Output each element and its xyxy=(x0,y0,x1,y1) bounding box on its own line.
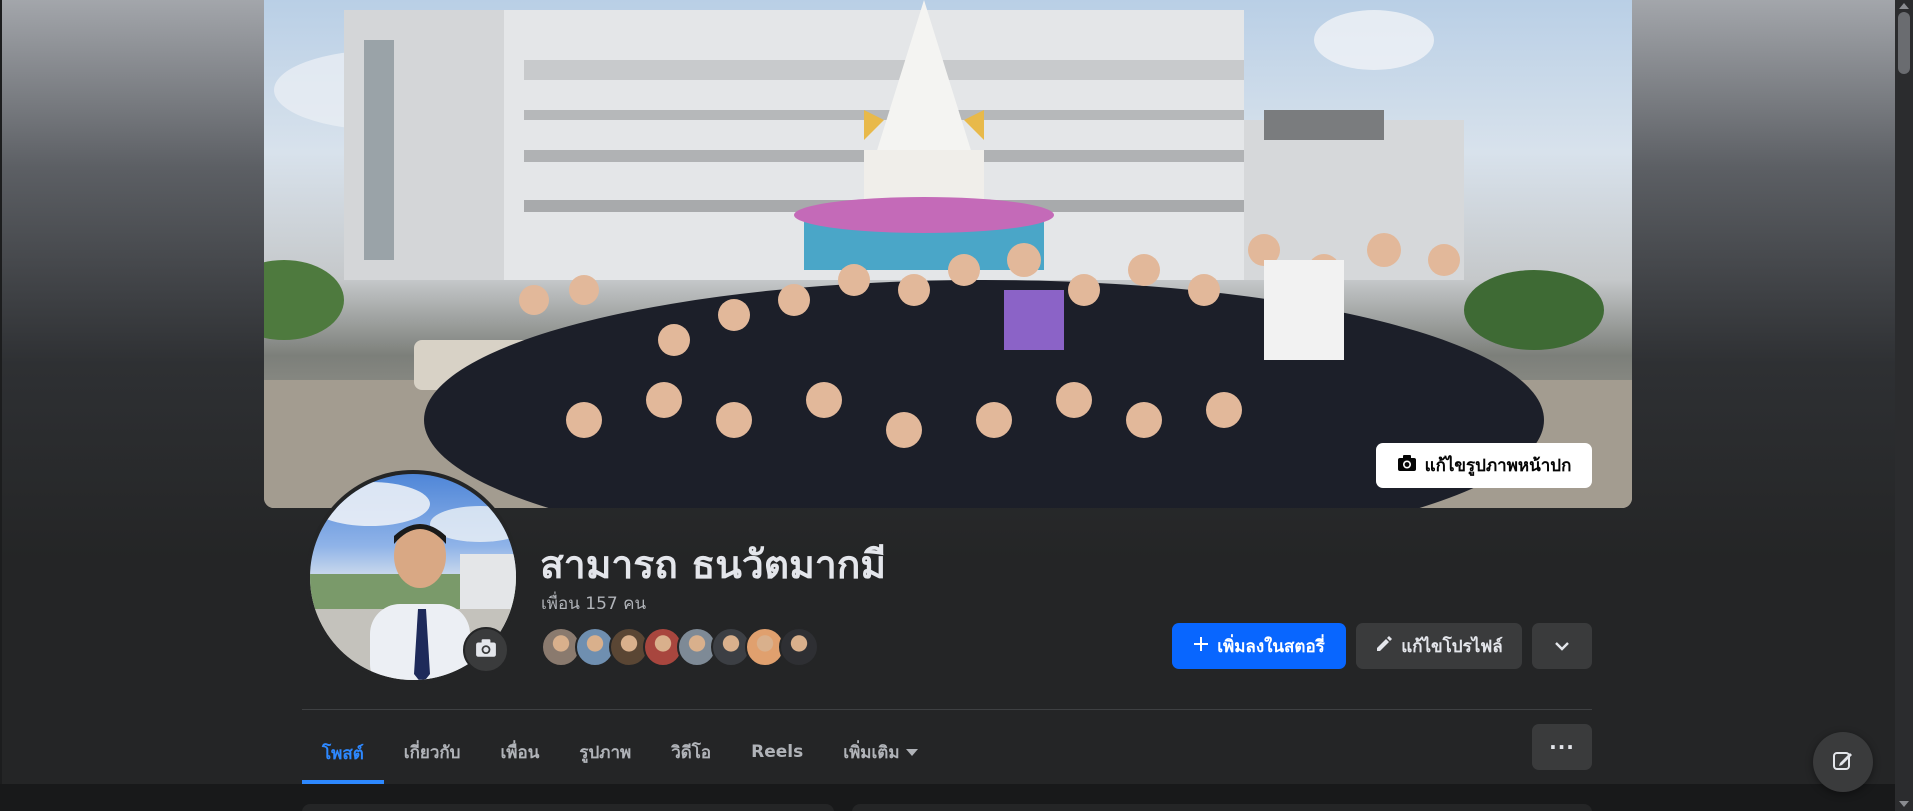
profile-name: สามารถ ธนวัตมากมี xyxy=(540,543,887,588)
scroll-up-arrow[interactable] xyxy=(1899,3,1909,9)
profile-divider xyxy=(302,709,1592,710)
tab-label: วิดีโอ xyxy=(671,742,712,763)
tab-reels[interactable]: Reels xyxy=(731,722,823,782)
cover-photo-image xyxy=(264,0,1632,508)
window-edge xyxy=(0,0,2,811)
tab-label: รูปภาพ xyxy=(579,742,632,763)
camera-icon xyxy=(1397,454,1417,477)
scroll-down-arrow[interactable] xyxy=(1899,801,1909,807)
camera-icon xyxy=(475,638,497,662)
cover-photo[interactable] xyxy=(264,0,1632,508)
friend-avatars-row xyxy=(541,627,819,667)
tab-photos[interactable]: รูปภาพ xyxy=(559,722,651,782)
edit-profile-label: แก้ไขโปรไฟล์ xyxy=(1401,636,1503,657)
pencil-icon xyxy=(1375,635,1393,658)
tab-posts[interactable]: โพสต์ xyxy=(302,722,384,784)
scrollbar-track[interactable] xyxy=(1895,0,1913,811)
tab-more[interactable]: เพิ่มเติม xyxy=(823,722,937,782)
tab-friends[interactable]: เพื่อน xyxy=(480,722,559,782)
tab-label: เพื่อน xyxy=(500,742,540,763)
tab-label: เกี่ยวกับ xyxy=(403,742,461,763)
scrollbar-thumb[interactable] xyxy=(1898,12,1910,74)
caret-down-icon xyxy=(905,748,918,756)
new-message-button[interactable] xyxy=(1813,732,1873,792)
intro-card xyxy=(302,804,834,811)
post-composer-card xyxy=(852,804,1592,811)
compose-icon xyxy=(1831,748,1855,776)
profile-options-dropdown[interactable] xyxy=(1532,623,1592,669)
tab-label: เพิ่มเติม xyxy=(843,742,900,763)
edit-cover-photo-label: แก้ไขรูปภาพหน้าปก xyxy=(1424,456,1572,476)
update-profile-picture-button[interactable] xyxy=(463,627,509,673)
tab-about[interactable]: เกี่ยวกับ xyxy=(384,722,481,782)
edit-cover-photo-button[interactable]: แก้ไขรูปภาพหน้าปก xyxy=(1376,443,1592,488)
friends-count-link[interactable]: เพื่อน 157 คน xyxy=(541,590,646,617)
add-to-story-button[interactable]: เพิ่มลงในสตอรี่ xyxy=(1172,623,1346,669)
edit-profile-button[interactable]: แก้ไขโปรไฟล์ xyxy=(1356,623,1522,669)
tab-videos[interactable]: วิดีโอ xyxy=(651,722,731,782)
add-to-story-label: เพิ่มลงในสตอรี่ xyxy=(1217,636,1325,657)
tab-label: โพสต์ xyxy=(322,743,364,764)
profile-tabs: โพสต์ เกี่ยวกับ เพื่อน รูปภาพ วิดีโอ Ree… xyxy=(302,722,938,784)
more-options-button[interactable]: ··· xyxy=(1532,724,1592,770)
chevron-down-icon xyxy=(1554,636,1570,656)
tab-label: Reels xyxy=(751,742,804,762)
friend-avatar[interactable] xyxy=(779,627,819,667)
plus-icon xyxy=(1193,636,1209,657)
more-dots-icon: ··· xyxy=(1549,735,1575,759)
